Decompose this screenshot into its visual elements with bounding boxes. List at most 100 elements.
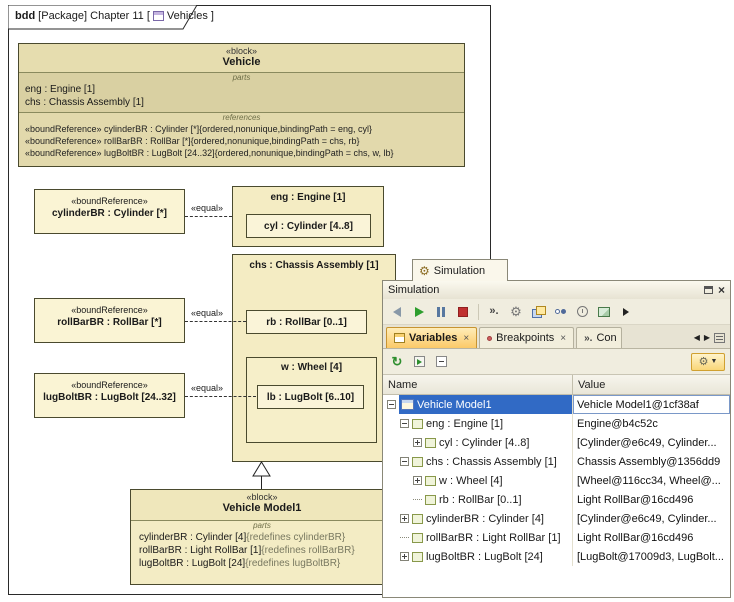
- expand-toggle-icon[interactable]: [400, 419, 409, 428]
- lb-part-box[interactable]: lb : LugBolt [6..10]: [257, 385, 364, 409]
- equal-connector[interactable]: [185, 321, 246, 322]
- row-value[interactable]: Engine@b4c52c: [573, 414, 730, 433]
- parts-compartment-label: parts: [253, 521, 271, 530]
- block-name: Vehicle Model1: [222, 502, 302, 514]
- parts-compartment-label: parts: [232, 73, 251, 82]
- part-property: rollBarBR : Light RollBar [1]{redefines …: [131, 544, 393, 557]
- row-name: w : Wheel [4]: [439, 474, 503, 487]
- simulation-options-icon[interactable]: ⚙: [507, 303, 525, 321]
- refresh-icon[interactable]: ↻: [388, 353, 406, 371]
- bound-reference-rollbarbr[interactable]: «boundReference» rollBarBR : RollBar [*]: [34, 298, 185, 343]
- column-header-name[interactable]: Name: [383, 375, 573, 394]
- equal-label: «equal»: [191, 383, 224, 393]
- options-button[interactable]: ⚙ ▼: [691, 352, 725, 371]
- export-icon[interactable]: [410, 353, 428, 371]
- table-row[interactable]: cylinderBR : Cylinder [4] [Cylinder@e6c4…: [383, 509, 730, 528]
- breakpoints-toolbar-icon[interactable]: [551, 303, 569, 321]
- table-row[interactable]: Vehicle Model1 Vehicle Model1@1cf38af: [383, 395, 730, 414]
- table-row[interactable]: eng : Engine [1] Engine@b4c52c: [383, 414, 730, 433]
- part-icon: [412, 532, 423, 543]
- row-value[interactable]: Vehicle Model1@1cf38af: [573, 395, 730, 414]
- expand-toggle-icon[interactable]: [400, 457, 409, 466]
- pause-icon[interactable]: [432, 303, 450, 321]
- vehicle-model1-block[interactable]: «block» Vehicle Model1 parts cylinderBR …: [130, 489, 394, 585]
- vehicle-model1-parts-compartment: parts cylinderBR : Cylinder [4]{redefine…: [131, 520, 393, 584]
- tab-label: Variables: [409, 332, 458, 344]
- rb-part-box[interactable]: rb : RollBar [0..1]: [246, 310, 367, 334]
- tab-console[interactable]: ». Con: [576, 327, 623, 348]
- expand-toggle-icon[interactable]: [413, 438, 422, 447]
- breakpoint-icon: [487, 335, 493, 341]
- terminate-icon[interactable]: [454, 303, 472, 321]
- tree-leaf-connector: [400, 537, 409, 538]
- simulation-toolbar: ». ⚙: [383, 299, 730, 325]
- tab-list-icon[interactable]: [714, 333, 725, 343]
- row-value[interactable]: [LugBolt@17009d3, LugBolt...: [573, 547, 730, 566]
- chs-part-box[interactable]: chs : Chassis Assembly [1] rb : RollBar …: [232, 254, 396, 462]
- vehicle-block-header: «block» Vehicle: [19, 44, 464, 72]
- expand-toggle-icon[interactable]: [400, 514, 409, 523]
- row-value[interactable]: Chassis Assembly@1356dd9: [573, 452, 730, 471]
- expand-toggle-icon[interactable]: [400, 552, 409, 561]
- vehicle-block[interactable]: «block» Vehicle parts eng : Engine [1] c…: [18, 43, 465, 167]
- row-name: rollBarBR : Light RollBar [1]: [426, 531, 561, 544]
- part-icon: [412, 456, 423, 467]
- part-icon: [412, 513, 423, 524]
- equal-label: «equal»: [191, 203, 224, 213]
- panel-title-bar: Simulation ×: [383, 281, 730, 299]
- table-row[interactable]: lugBoltBR : LugBolt [24] [LugBolt@17009d…: [383, 547, 730, 566]
- animation-speed-icon[interactable]: ».: [485, 303, 503, 321]
- tab-breakpoints[interactable]: Breakpoints ×: [479, 327, 575, 348]
- generalization-line[interactable]: [261, 476, 262, 489]
- close-icon[interactable]: ×: [718, 284, 725, 296]
- expand-toggle-icon[interactable]: [387, 400, 396, 409]
- cyl-part-box[interactable]: cyl : Cylinder [4..8]: [246, 214, 371, 238]
- run-icon[interactable]: [410, 303, 428, 321]
- table-row[interactable]: chs : Chassis Assembly [1] Chassis Assem…: [383, 452, 730, 471]
- frame-header: bdd [Package] Chapter 11 [ Vehicles ]: [15, 10, 214, 22]
- cascade-windows-icon[interactable]: [529, 303, 547, 321]
- table-row[interactable]: cyl : Cylinder [4..8] [Cylinder@e6c49, C…: [383, 433, 730, 452]
- toolbar-overflow-icon[interactable]: [617, 303, 635, 321]
- row-value[interactable]: Light RollBar@16cd496: [573, 490, 730, 509]
- collapse-all-icon[interactable]: [432, 353, 450, 371]
- part-title: lb : LugBolt [6..10]: [266, 391, 355, 403]
- generalization-arrow[interactable]: [252, 461, 271, 477]
- tab-variables[interactable]: Variables ×: [386, 327, 478, 348]
- variables-table: Vehicle Model1 Vehicle Model1@1cf38af en…: [383, 395, 730, 597]
- table-row[interactable]: rb : RollBar [0..1] Light RollBar@16cd49…: [383, 490, 730, 509]
- export-image-icon[interactable]: [595, 303, 613, 321]
- row-value[interactable]: [Cylinder@e6c49, Cylinder...: [573, 509, 730, 528]
- w-part-box[interactable]: w : Wheel [4] lb : LugBolt [6..10]: [246, 357, 377, 443]
- equal-connector[interactable]: [185, 396, 256, 397]
- scroll-tabs-left-icon[interactable]: ◀: [694, 333, 700, 342]
- equal-connector[interactable]: [185, 216, 232, 217]
- table-row[interactable]: w : Wheel [4] [Wheel@116cc34, Wheel@...: [383, 471, 730, 490]
- row-value[interactable]: Light RollBar@16cd496: [573, 528, 730, 547]
- column-header-value[interactable]: Value: [573, 379, 730, 391]
- tab-label: Con: [596, 332, 617, 344]
- close-tab-icon[interactable]: ×: [560, 333, 566, 344]
- clock-icon[interactable]: [573, 303, 591, 321]
- simulation-window-tab[interactable]: ⚙ Simulation: [412, 259, 508, 281]
- row-value[interactable]: [Wheel@116cc34, Wheel@...: [573, 471, 730, 490]
- bound-reference-name: rollBarBR : RollBar [*]: [57, 317, 162, 328]
- close-tab-icon[interactable]: ×: [463, 333, 469, 344]
- console-icon: ».: [584, 332, 593, 344]
- table-header: Name Value: [383, 375, 730, 395]
- eng-part-box[interactable]: eng : Engine [1] cyl : Cylinder [4..8]: [232, 186, 384, 247]
- expand-toggle-icon[interactable]: [413, 476, 422, 485]
- bound-reference-lugboltbr[interactable]: «boundReference» lugBoltBR : LugBolt [24…: [34, 373, 185, 418]
- scroll-tabs-right-icon[interactable]: ▶: [704, 333, 710, 342]
- row-name: eng : Engine [1]: [426, 417, 504, 430]
- reference-property: «boundReference» rollBarBR : RollBar [*]…: [25, 136, 360, 146]
- row-name: Vehicle Model1: [417, 398, 492, 411]
- row-name: cyl : Cylinder [4..8]: [439, 436, 530, 449]
- float-window-icon[interactable]: [703, 286, 713, 294]
- step-back-icon[interactable]: [388, 303, 406, 321]
- part-text: cylinderBR : Cylinder [4]: [139, 532, 247, 543]
- row-name: lugBoltBR : LugBolt [24]: [426, 550, 543, 563]
- table-row[interactable]: rollBarBR : Light RollBar [1] Light Roll…: [383, 528, 730, 547]
- bound-reference-cylinderbr[interactable]: «boundReference» cylinderBR : Cylinder […: [34, 189, 185, 234]
- row-value[interactable]: [Cylinder@e6c49, Cylinder...: [573, 433, 730, 452]
